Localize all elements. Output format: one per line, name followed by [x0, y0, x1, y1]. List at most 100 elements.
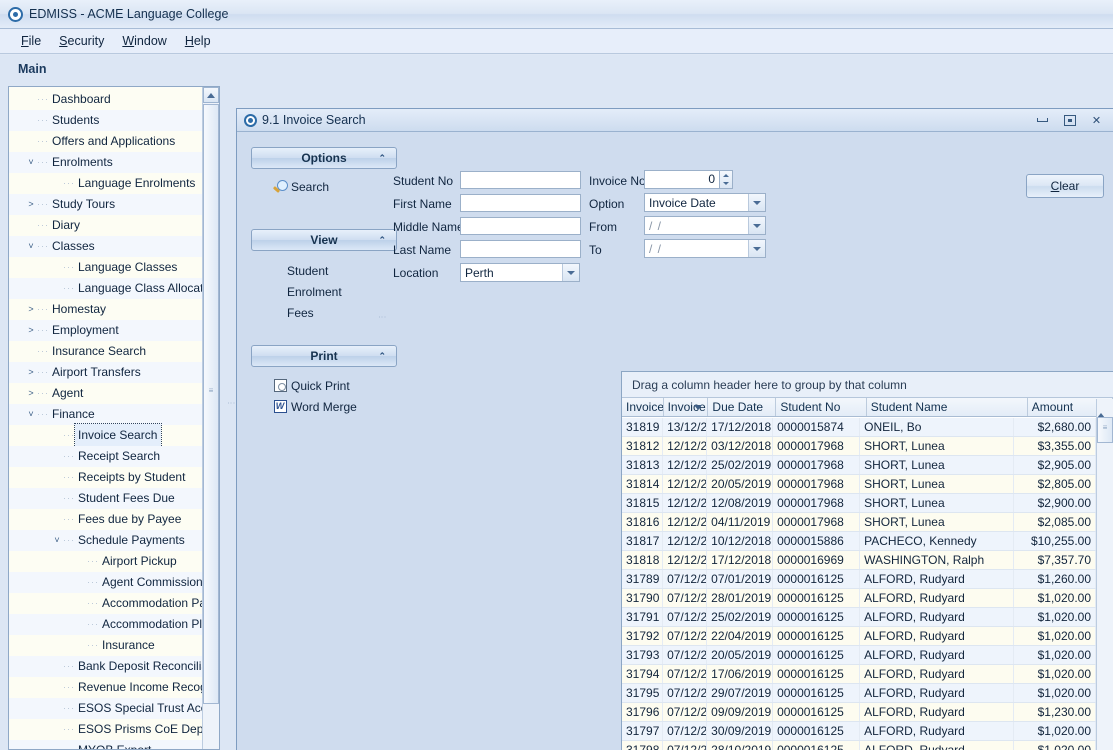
table-row[interactable]: 3181312/12/201825/02/20190000017968SHORT…	[622, 456, 1096, 475]
chevron-down-icon[interactable]: ˅	[25, 152, 37, 173]
chevron-right-icon[interactable]: ˃	[25, 362, 37, 383]
first-name-input[interactable]	[460, 194, 581, 212]
chevron-down-icon[interactable]: ˅	[25, 236, 37, 257]
sidebar-item-receipts-by-student[interactable]: ···Receipts by Student	[9, 467, 202, 488]
chevron-down-icon[interactable]: ˅	[51, 530, 63, 551]
chevron-right-icon[interactable]: ˃	[25, 383, 37, 404]
sidebar-item-invoice-search[interactable]: ···Invoice Search	[9, 425, 202, 446]
from-date-picker[interactable]: / /	[644, 216, 766, 235]
grid-scroll-thumb[interactable]: ≡	[1097, 417, 1113, 443]
chevron-down-icon[interactable]	[748, 217, 765, 234]
spin-down-icon[interactable]	[720, 180, 732, 189]
word-merge-link[interactable]: W Word Merge	[269, 396, 395, 417]
sidebar-item-diary[interactable]: ···Diary	[9, 215, 202, 236]
sidebar-item-bank-deposit-reconciliation[interactable]: ···Bank Deposit Reconciliation	[9, 656, 202, 677]
table-row[interactable]: 3181712/12/201810/12/20180000015886PACHE…	[622, 532, 1096, 551]
search-action-link[interactable]: Search	[269, 176, 389, 197]
sidebar-item-enrolments[interactable]: ˅···Enrolments	[9, 152, 202, 173]
table-row[interactable]: 3179407/12/201817/06/20190000016125ALFOR…	[622, 665, 1096, 684]
sidebar-scroll-thumb[interactable]: ≡	[203, 104, 219, 704]
sidebar-item-insurance-search[interactable]: ···Insurance Search	[9, 341, 202, 362]
quick-print-link[interactable]: Quick Print	[269, 375, 395, 396]
sidebar-item-revenue-income-recognition[interactable]: ···Revenue Income Recognition	[9, 677, 202, 698]
sidebar-item-finance[interactable]: ˅···Finance	[9, 404, 202, 425]
table-row[interactable]: 3179307/12/201820/05/20190000016125ALFOR…	[622, 646, 1096, 665]
grid-column-header-due-date[interactable]: Due Date	[708, 398, 776, 416]
clear-button[interactable]: Clear	[1026, 174, 1104, 198]
view-student-link[interactable]: Student	[251, 260, 397, 281]
table-row[interactable]: 3179107/12/201825/02/20190000016125ALFOR…	[622, 608, 1096, 627]
sidebar-item-students[interactable]: ···Students	[9, 110, 202, 131]
close-icon[interactable]: ✕	[1088, 113, 1105, 127]
sidebar-item-agent[interactable]: ˃···Agent	[9, 383, 202, 404]
sidebar-item-employment[interactable]: ˃···Employment	[9, 320, 202, 341]
grid-column-header-invoice-d[interactable]: Invoice D	[664, 398, 709, 416]
invoice-no-stepper[interactable]: 0	[644, 170, 733, 189]
table-row[interactable]: 3181812/12/201817/12/20180000016969WASHI…	[622, 551, 1096, 570]
sidebar-item-dashboard[interactable]: ···Dashboard	[9, 89, 202, 110]
options-group-header[interactable]: Options ⌃	[251, 147, 397, 169]
invoice-no-value[interactable]: 0	[644, 170, 719, 189]
table-row[interactable]: 3181212/12/201803/12/20180000017968SHORT…	[622, 437, 1096, 456]
group-by-dropzone[interactable]: Drag a column header here to group by th…	[622, 372, 1113, 398]
chevron-right-icon[interactable]: ˃	[25, 299, 37, 320]
sidebar-item-language-class-allocation[interactable]: ···Language Class Allocation	[9, 278, 202, 299]
sidebar-item-homestay[interactable]: ˃···Homestay	[9, 299, 202, 320]
sidebar-item-student-fees-due[interactable]: ···Student Fees Due	[9, 488, 202, 509]
sidebar-item-study-tours[interactable]: ˃···Study Tours	[9, 194, 202, 215]
sidebar-item-schedule-payments[interactable]: ˅···Schedule Payments	[9, 530, 202, 551]
chevron-down-icon[interactable]	[748, 194, 765, 211]
sidebar-item-accommodation-placement[interactable]: ···Accommodation Placement	[9, 614, 202, 635]
chevron-down-icon[interactable]	[562, 264, 579, 281]
chevron-down-icon[interactable]: ˅	[25, 404, 37, 425]
to-date-picker[interactable]: / /	[644, 239, 766, 258]
option-combobox[interactable]: Invoice Date	[644, 193, 766, 212]
menu-item-file[interactable]: File	[12, 31, 50, 51]
sidebar-item-myob-export[interactable]: ···MYOB Export	[9, 740, 202, 749]
invoice-no-spin-buttons[interactable]	[719, 170, 733, 189]
menu-item-security[interactable]: Security	[50, 31, 113, 51]
last-name-input[interactable]	[460, 240, 581, 258]
sidebar-item-esos-prisms-coe-deposit-expor[interactable]: ···ESOS Prisms CoE Deposit Expor	[9, 719, 202, 740]
minimize-icon[interactable]	[1034, 113, 1051, 127]
grid-column-header-student-no[interactable]: Student No	[776, 398, 866, 416]
chevron-right-icon[interactable]: ˃	[25, 194, 37, 215]
sidebar-item-language-classes[interactable]: ···Language Classes	[9, 257, 202, 278]
sidebar-item-language-enrolments[interactable]: ···Language Enrolments	[9, 173, 202, 194]
grid-scroll-up-button[interactable]	[1097, 399, 1113, 413]
table-row[interactable]: 3178907/12/201807/01/20190000016125ALFOR…	[622, 570, 1096, 589]
print-group-header[interactable]: Print ⌃	[251, 345, 397, 367]
grid-column-header-student-name[interactable]: Student Name	[867, 398, 1028, 416]
menu-item-window[interactable]: Window	[113, 31, 175, 51]
sidebar-item-airport-pickup[interactable]: ···Airport Pickup	[9, 551, 202, 572]
sidebar-scroll-up-button[interactable]	[203, 87, 219, 103]
table-row[interactable]: 3181512/12/201812/08/20190000017968SHORT…	[622, 494, 1096, 513]
spin-up-icon[interactable]	[720, 171, 732, 180]
sidebar-item-receipt-search[interactable]: ···Receipt Search	[9, 446, 202, 467]
student-no-input[interactable]	[460, 171, 581, 189]
grid-column-header-invoice-no[interactable]: Invoice No	[622, 398, 664, 416]
sidebar-item-insurance[interactable]: ···Insurance	[9, 635, 202, 656]
sidebar-item-accommodation-payment[interactable]: ···Accommodation Payment	[9, 593, 202, 614]
middle-name-input[interactable]	[460, 217, 581, 235]
chevron-right-icon[interactable]: ˃	[25, 320, 37, 341]
table-row[interactable]: 3179707/12/201830/09/20190000016125ALFOR…	[622, 722, 1096, 741]
sidebar-splitter[interactable]: ⋮	[228, 55, 233, 750]
table-row[interactable]: 3179507/12/201829/07/20190000016125ALFOR…	[622, 684, 1096, 703]
table-row[interactable]: 3179007/12/201828/01/20190000016125ALFOR…	[622, 589, 1096, 608]
chevron-down-icon[interactable]	[748, 240, 765, 257]
table-row[interactable]: 3181412/12/201820/05/20190000017968SHORT…	[622, 475, 1096, 494]
sidebar-item-classes[interactable]: ˅···Classes	[9, 236, 202, 257]
sidebar-item-airport-transfers[interactable]: ˃···Airport Transfers	[9, 362, 202, 383]
grid-scrollbar[interactable]: ≡	[1096, 399, 1113, 750]
view-fees-link[interactable]: Fees	[251, 302, 397, 323]
menu-item-help[interactable]: Help	[176, 31, 220, 51]
table-row[interactable]: 3179207/12/201822/04/20190000016125ALFOR…	[622, 627, 1096, 646]
maximize-icon[interactable]	[1061, 113, 1078, 127]
table-row[interactable]: 3179607/12/201809/09/20190000016125ALFOR…	[622, 703, 1096, 722]
location-combobox[interactable]: Perth	[460, 263, 580, 282]
table-row[interactable]: 3181612/12/201804/11/20190000017968SHORT…	[622, 513, 1096, 532]
form-splitter[interactable]: ⋮	[379, 252, 384, 382]
table-row[interactable]: 3179807/12/201828/10/20190000016125ALFOR…	[622, 741, 1096, 750]
sidebar-scrollbar[interactable]: ≡	[202, 87, 219, 749]
